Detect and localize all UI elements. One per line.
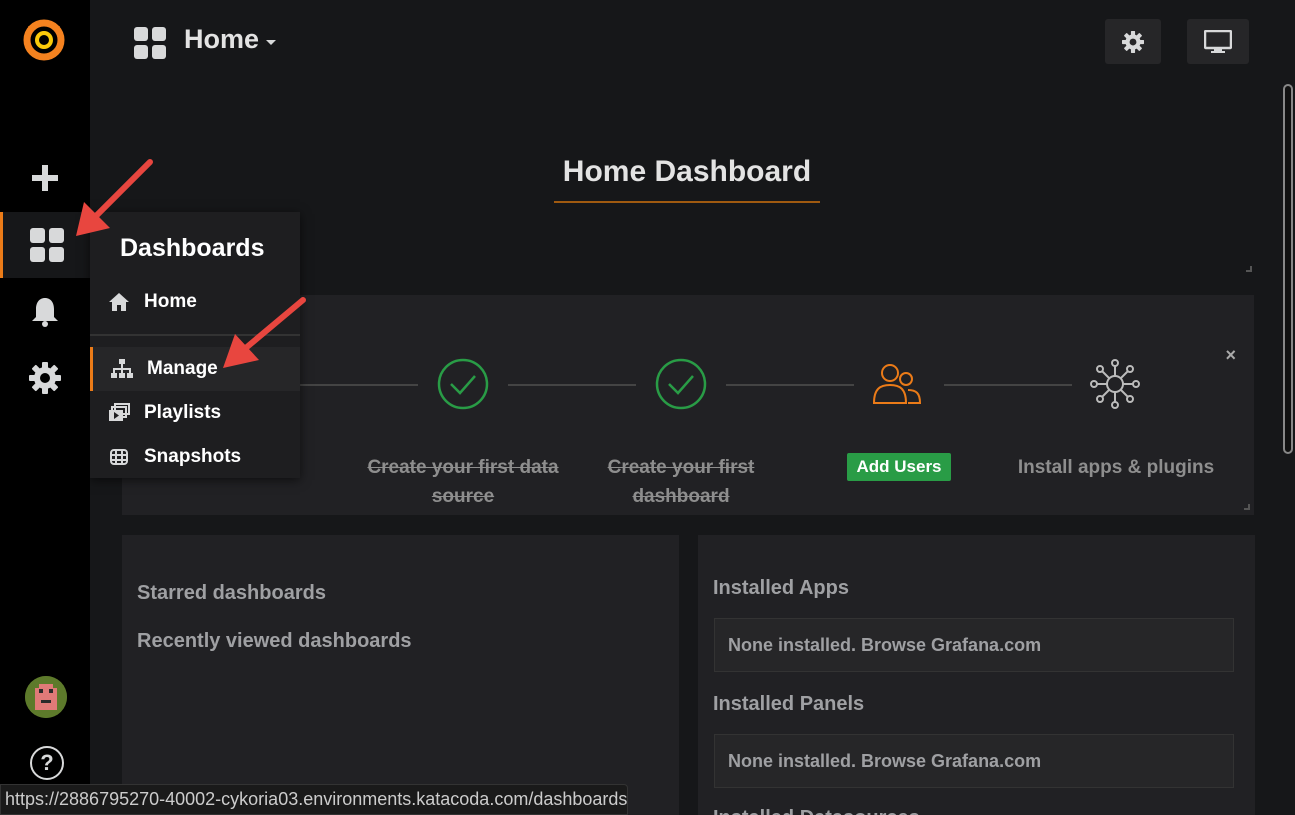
snapshot-icon <box>108 447 130 467</box>
check-circle-icon <box>654 357 708 411</box>
gear-icon <box>1122 30 1144 53</box>
add-users-button[interactable]: Add Users <box>847 453 951 481</box>
installed-panels-heading: Installed Panels <box>713 693 865 715</box>
menu-item-label: Snapshots <box>144 446 242 467</box>
step-connector <box>508 384 636 386</box>
plugins-icon <box>1088 357 1142 411</box>
installed-apps-heading: Installed Apps <box>713 577 849 599</box>
menu-item-label: Home <box>144 291 197 312</box>
menu-item-snapshots[interactable]: Snapshots <box>90 436 300 478</box>
installed-panels-box[interactable]: None installed. Browse Grafana.com <box>714 734 1234 788</box>
installed-datasources-heading: Installed Datasources <box>713 807 920 815</box>
starred-dashboards-heading: Starred dashboards <box>137 582 326 604</box>
plus-icon <box>32 165 58 191</box>
step-connector <box>290 384 418 386</box>
check-circle-icon <box>436 357 490 411</box>
annotation-arrow-icon <box>223 297 306 368</box>
dashboard-settings-button[interactable] <box>1105 19 1161 64</box>
annotation-arrow-icon <box>76 159 153 236</box>
help-icon: ? <box>40 750 54 775</box>
dashboard-grid-icon <box>134 27 166 64</box>
close-icon[interactable]: × <box>1225 345 1236 366</box>
menu-item-playlists[interactable]: Playlists <box>90 392 300 434</box>
bell-icon <box>32 298 58 327</box>
dashboard-list-panel: Starred dashboards Recently viewed dashb… <box>122 535 679 815</box>
step-connector <box>726 384 854 386</box>
step-label[interactable]: Install apps & plugins <box>1006 453 1226 482</box>
step-label: Create your first dashboard <box>607 457 755 507</box>
playlist-icon <box>108 403 130 423</box>
sitemap-icon <box>111 359 133 379</box>
resize-handle[interactable] <box>1244 504 1250 510</box>
monitor-icon <box>1204 29 1232 53</box>
step-label: Create your first data source <box>367 457 559 507</box>
page-title: Home Dashboard <box>554 155 820 203</box>
installed-apps-box[interactable]: None installed. Browse Grafana.com <box>714 618 1234 672</box>
help-button[interactable]: ? <box>30 746 64 780</box>
chevron-down-icon[interactable] <box>266 40 276 45</box>
home-icon <box>108 292 130 312</box>
gear-icon <box>29 362 61 394</box>
menu-item-label: Manage <box>147 358 218 379</box>
page-scrollbar[interactable] <box>1283 84 1293 454</box>
configuration-button[interactable] <box>0 346 90 410</box>
users-icon <box>870 357 924 411</box>
plugin-list-panel: Installed Apps None installed. Browse Gr… <box>698 535 1255 815</box>
link-preview-statusbar: https://2886795270-40002-cykoria03.envir… <box>0 784 628 815</box>
dashboards-icon <box>29 228 64 262</box>
tv-mode-button[interactable] <box>1187 19 1249 64</box>
menu-item-label: Playlists <box>144 402 222 423</box>
user-avatar[interactable] <box>25 676 67 718</box>
step-connector <box>944 384 1072 386</box>
alerting-button[interactable] <box>0 280 90 344</box>
dashboard-picker-title[interactable]: Home <box>184 24 259 55</box>
grafana-logo-icon[interactable] <box>22 18 66 62</box>
recent-dashboards-heading: Recently viewed dashboards <box>137 630 412 652</box>
resize-handle[interactable] <box>1246 266 1252 272</box>
topbar: Home <box>90 0 1295 84</box>
sidebar: ? <box>0 0 90 815</box>
